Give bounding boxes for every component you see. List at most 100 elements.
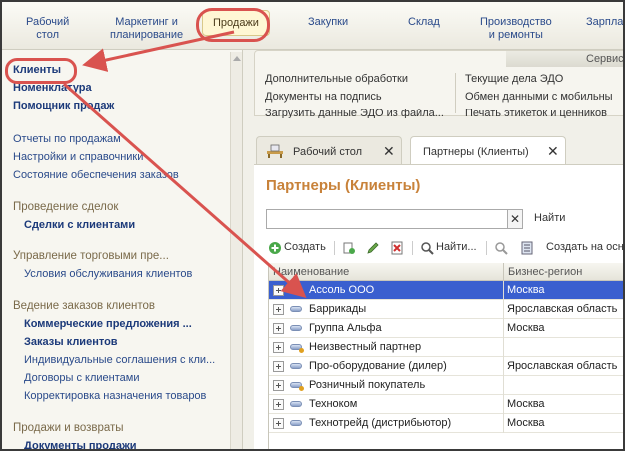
expand-icon[interactable] bbox=[273, 304, 284, 315]
service-link[interactable]: Обмен данными с мобильны bbox=[465, 91, 613, 103]
service-link[interactable]: Загрузить данные ЭДО из файла... bbox=[265, 109, 444, 118]
delete-icon[interactable] bbox=[390, 241, 404, 255]
service-link[interactable]: Дополнительные обработки bbox=[265, 73, 408, 85]
form-content: Партнеры (Клиенты) ✕ Найти Создать Найти… bbox=[254, 164, 623, 449]
expand-icon[interactable] bbox=[273, 361, 284, 372]
table-row[interactable]: Технотрейд (дистрибьютор) Москва bbox=[269, 414, 623, 433]
tab-desktop[interactable]: Рабочий стол ✕ bbox=[256, 136, 402, 164]
cell-region: Ярославская область bbox=[507, 303, 618, 315]
cell-divider bbox=[503, 319, 504, 338]
sidebar-section-deals: Проведение сделок bbox=[13, 201, 119, 213]
create-button[interactable]: Создать bbox=[284, 241, 326, 253]
page-title: Партнеры (Клиенты) bbox=[266, 177, 421, 194]
search-icon bbox=[421, 242, 434, 255]
sidebar-item-client-orders[interactable]: Заказы клиентов bbox=[24, 336, 118, 348]
cell-divider bbox=[503, 300, 504, 319]
main-area: Сервис Дополнительные обработки Документ… bbox=[254, 50, 624, 449]
partner-icon bbox=[290, 420, 302, 426]
close-icon[interactable]: ✕ bbox=[547, 143, 559, 160]
nav-production[interactable]: Производство и ремонты bbox=[480, 16, 552, 42]
service-panel: Сервис Дополнительные обработки Документ… bbox=[254, 50, 624, 118]
list-icon[interactable] bbox=[520, 241, 534, 255]
sidebar-item-sales-docs[interactable]: Документы продажи bbox=[24, 440, 137, 449]
table-row[interactable]: Про-оборудование (дилер) Ярославская обл… bbox=[269, 357, 623, 376]
scroll-up-icon[interactable] bbox=[233, 56, 241, 61]
partner-icon bbox=[290, 382, 304, 391]
nav-marketing[interactable]: Маркетинг и планирование bbox=[110, 16, 183, 42]
toolbar-separator bbox=[412, 241, 413, 255]
sidebar-item-agreements[interactable]: Индивидуальные соглашения с кли... bbox=[24, 354, 215, 366]
partner-icon bbox=[290, 344, 304, 353]
create-based-on-button[interactable]: Создать на осн bbox=[546, 241, 623, 253]
expand-icon[interactable] bbox=[273, 323, 284, 334]
partner-icon bbox=[290, 287, 302, 293]
column-header-name[interactable]: Наименование bbox=[269, 263, 504, 281]
find-command-button[interactable]: Найти... bbox=[436, 241, 477, 253]
service-title: Сервис bbox=[586, 53, 624, 65]
cell-region: Москва bbox=[507, 284, 545, 296]
sidebar-item-offers[interactable]: Коммерческие предложения ... bbox=[24, 318, 192, 330]
partner-icon bbox=[290, 401, 302, 407]
cell-divider bbox=[503, 357, 504, 376]
sidebar-item-contracts[interactable]: Договоры с клиентами bbox=[24, 372, 139, 384]
expand-icon[interactable] bbox=[273, 285, 284, 296]
table-row[interactable]: Группа Альфа Москва bbox=[269, 319, 623, 338]
sidebar-item-goods-correction[interactable]: Корректировка назначения товаров bbox=[24, 390, 206, 402]
edit-icon[interactable] bbox=[366, 241, 380, 255]
service-divider bbox=[455, 73, 456, 113]
table-row[interactable]: Неизвестный партнер bbox=[269, 338, 623, 357]
nav-warehouse[interactable]: Склад bbox=[408, 16, 440, 29]
desk-icon bbox=[267, 144, 283, 158]
add-icon bbox=[269, 242, 281, 254]
service-link[interactable]: Печать этикеток и ценников bbox=[465, 109, 607, 118]
cell-name: Про-оборудование (дилер) bbox=[309, 360, 447, 372]
copy-icon[interactable] bbox=[342, 241, 356, 255]
partners-table: Наименование Бизнес-регион Ассоль ООО Мо… bbox=[268, 263, 623, 449]
cell-name: Группа Альфа bbox=[309, 322, 382, 334]
cell-region: Москва bbox=[507, 322, 545, 334]
column-header-region[interactable]: Бизнес-регион bbox=[504, 263, 623, 281]
cell-name: Неизвестный партнер bbox=[309, 341, 422, 353]
nav-salary[interactable]: Зарпла bbox=[586, 16, 623, 29]
sidebar-item-client-deals[interactable]: Сделки с клиентами bbox=[24, 219, 135, 231]
find-button[interactable]: Найти bbox=[534, 212, 565, 224]
table-row[interactable]: Ассоль ООО Москва bbox=[269, 281, 623, 300]
sidebar-section-trade: Управление торговыми пре... bbox=[13, 250, 169, 262]
annotation-oval-sales bbox=[196, 8, 270, 42]
partner-icon bbox=[290, 325, 302, 331]
cell-name: Розничный покупатель bbox=[309, 379, 426, 391]
service-header: Сервис bbox=[506, 51, 624, 67]
expand-icon[interactable] bbox=[273, 380, 284, 391]
top-navigation: Рабочий стол Маркетинг и планирование Пр… bbox=[2, 2, 623, 50]
tab-label: Партнеры (Клиенты) bbox=[423, 146, 529, 158]
service-link[interactable]: Текущие дела ЭДО bbox=[465, 73, 563, 85]
table-row[interactable]: Баррикады Ярославская область bbox=[269, 300, 623, 319]
clear-search-button[interactable]: ✕ bbox=[507, 209, 523, 229]
cell-name: Техноком bbox=[309, 398, 358, 410]
cell-divider bbox=[503, 414, 504, 433]
nav-purchases[interactable]: Закупки bbox=[308, 16, 348, 29]
toolbar-separator bbox=[334, 241, 335, 255]
expand-icon[interactable] bbox=[273, 418, 284, 429]
table-row[interactable]: Техноком Москва bbox=[269, 395, 623, 414]
sidebar-item-settings[interactable]: Настройки и справочники bbox=[13, 151, 143, 163]
expand-icon[interactable] bbox=[273, 342, 284, 353]
cell-divider bbox=[503, 338, 504, 357]
cancel-search-icon[interactable] bbox=[494, 241, 508, 255]
sidebar-item-sales-assistant[interactable]: Помощник продаж bbox=[13, 100, 114, 112]
nav-desktop[interactable]: Рабочий стол bbox=[26, 16, 69, 42]
search-input[interactable] bbox=[266, 209, 508, 229]
sidebar-item-order-supply[interactable]: Состояние обеспечения заказов bbox=[13, 169, 179, 181]
table-row[interactable]: Розничный покупатель bbox=[269, 376, 623, 395]
close-icon[interactable]: ✕ bbox=[383, 143, 395, 160]
app-window: Рабочий стол Маркетинг и планирование Пр… bbox=[0, 0, 625, 451]
expand-icon[interactable] bbox=[273, 399, 284, 410]
sidebar-item-service-terms[interactable]: Условия обслуживания клиентов bbox=[24, 268, 192, 280]
tab-partners[interactable]: Партнеры (Клиенты) ✕ bbox=[410, 136, 566, 164]
sidebar-scrollbar[interactable] bbox=[230, 52, 242, 449]
cell-region: Ярославская область bbox=[507, 360, 618, 372]
cell-divider bbox=[503, 376, 504, 395]
annotation-oval-clients bbox=[5, 58, 77, 84]
service-link[interactable]: Документы на подпись bbox=[265, 91, 382, 103]
sidebar-item-sales-reports[interactable]: Отчеты по продажам bbox=[13, 133, 121, 145]
